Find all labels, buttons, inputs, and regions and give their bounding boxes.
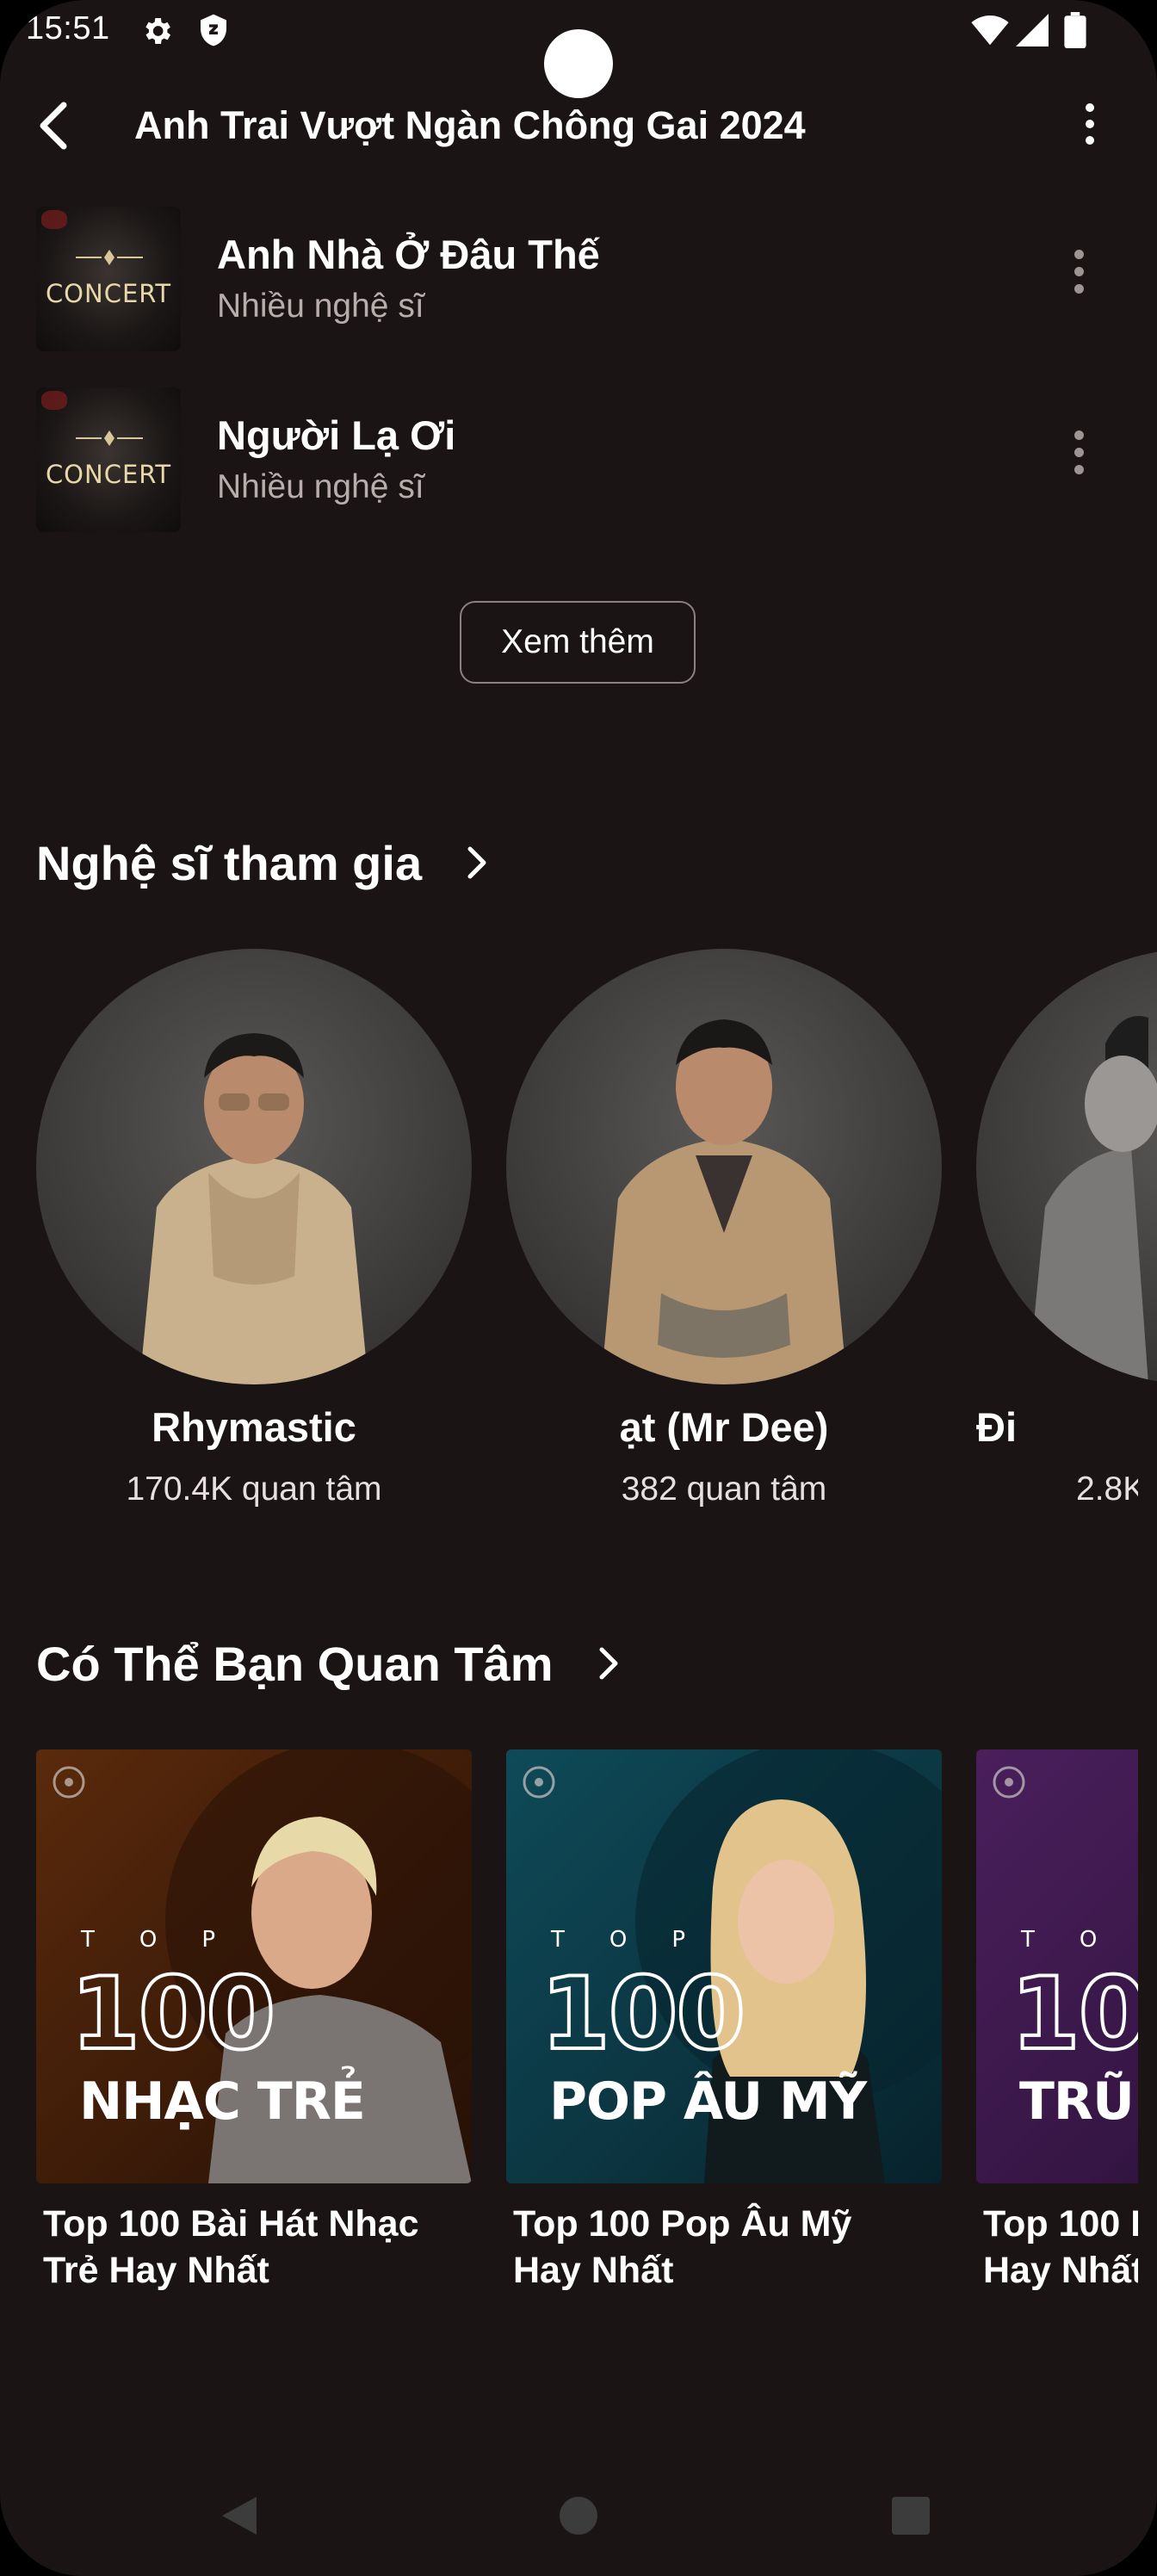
artist-photo	[1028, 1016, 1157, 1384]
cover-number: 100	[539, 1954, 747, 2074]
playlist-cover: TOP 100 POP ÂU MỸ	[506, 1749, 942, 2183]
artist-avatar	[976, 949, 1157, 1384]
cover-logo-graphic	[76, 430, 143, 446]
artist-avatar	[36, 949, 472, 1384]
suggestions-section-title: Có Thể Bạn Quan Tâm	[36, 1636, 554, 1691]
playlist-title-line: Top 100 I	[983, 2203, 1138, 2245]
cover-number: 100	[69, 1954, 277, 2074]
artist-card[interactable]: Rhymastic 170.4K quan tâm	[36, 949, 472, 1517]
playlist-title-line: Top 100 Pop Âu Mỹ	[513, 2203, 852, 2245]
chevron-right-icon	[599, 1647, 617, 1680]
more-options-button[interactable]	[1067, 98, 1112, 155]
artist-name: Đi	[976, 1404, 1017, 1450]
cover-top-label: TOP	[81, 1927, 261, 1953]
wifi-icon	[971, 15, 1009, 46]
artist-name: ạt (Mr Dee)	[619, 1404, 829, 1450]
artist-followers: 382 quan tâm	[621, 1471, 827, 1508]
cover-logo-graphic	[76, 250, 143, 265]
nav-back-icon[interactable]	[219, 2493, 260, 2538]
disc-icon	[523, 1766, 555, 1799]
back-button[interactable]	[26, 95, 86, 157]
cover-label: CONCERT	[45, 279, 172, 308]
song-cover: CONCERT	[36, 387, 181, 532]
playlist-title: Top 100 Bài Hát Nhạc Trẻ Hay Nhất	[43, 2201, 473, 2294]
playlist-card[interactable]: TO 10 TRŨ Top 100 I Hay Nhất	[976, 1749, 1138, 2300]
song-row[interactable]: CONCERT Người Lạ Ơi Nhiều nghệ sĩ	[36, 387, 1121, 534]
cover-genre: NHẠC TRẺ	[79, 2071, 366, 2132]
cover-top-label: TOP	[551, 1927, 731, 1953]
signal-icon	[1016, 14, 1049, 46]
playlist-title: Top 100 I Hay Nhất	[983, 2201, 1138, 2294]
disc-icon	[53, 1766, 85, 1799]
playlist-title-line: Hay Nhất	[513, 2250, 674, 2291]
more-vert-icon	[1074, 250, 1084, 294]
artist-photo	[139, 1033, 368, 1384]
more-vert-icon	[1086, 103, 1094, 145]
cover-number: 10	[1009, 1954, 1138, 2074]
artist-followers: 170.4K quan tâm	[126, 1471, 382, 1508]
playlist-title-line: Top 100 Bài Hát Nhạc	[43, 2203, 419, 2245]
artist-card[interactable]: ạt (Mr Dee) 382 quan tâm	[506, 949, 942, 1517]
artist-card[interactable]: Đi 2.8K	[976, 949, 1157, 1517]
gear-icon	[145, 18, 170, 44]
artist-avatar	[506, 949, 942, 1384]
song-artist: Nhiều nghệ sĩ	[217, 468, 424, 505]
song-title: Người Lạ Ơi	[217, 412, 456, 458]
battery-icon	[1064, 12, 1086, 48]
back-arrow-icon	[40, 102, 67, 150]
more-vert-icon	[1074, 430, 1084, 474]
playlist-card[interactable]: TOP 100 POP ÂU MỸ Top 100 Pop Âu Mỹ Hay …	[506, 1749, 942, 2300]
top-bar: Anh Trai Vượt Ngàn Chông Gai 2024	[0, 83, 1157, 172]
nav-recents-icon[interactable]	[892, 2497, 930, 2535]
song-cover: CONCERT	[36, 207, 181, 351]
playlist-card[interactable]: TOP 100 NHẠC TRẺ Top 100 Bài Hát Nhạc Tr…	[36, 1749, 472, 2300]
system-nav-bar	[0, 2462, 1157, 2566]
song-more-button[interactable]	[1057, 245, 1100, 307]
artists-section-title: Nghệ sĩ tham gia	[36, 835, 423, 890]
cover-genre: POP ÂU MỸ	[549, 2071, 867, 2132]
screen: 15:51 Anh Trai Vượt Ngàn Chông Gai 2024	[0, 0, 1157, 2576]
see-more-button[interactable]: Xem thêm	[460, 601, 696, 684]
status-bar: 15:51	[0, 0, 1157, 98]
cover-label: CONCERT	[45, 460, 172, 489]
artist-followers: 2.8K	[1076, 1471, 1138, 1508]
disc-icon	[993, 1766, 1025, 1799]
playlist-title-line: Hay Nhất	[983, 2250, 1138, 2291]
suggestions-section-header[interactable]: Có Thể Bạn Quan Tâm	[36, 1631, 626, 1696]
cover-top-label: TO	[1021, 1927, 1138, 1953]
artist-name: Rhymastic	[152, 1404, 356, 1450]
nav-home-icon[interactable]	[560, 2497, 597, 2535]
status-time: 15:51	[26, 10, 110, 46]
cover-genre: TRŨ	[1019, 2071, 1135, 2132]
song-row[interactable]: CONCERT Anh Nhà Ở Đâu Thế Nhiều nghệ sĩ	[36, 207, 1121, 353]
playlist-cover: TO 10 TRŨ	[976, 1749, 1138, 2183]
chevron-right-icon	[467, 846, 486, 879]
playlist-title: Top 100 Pop Âu Mỹ Hay Nhất	[513, 2201, 944, 2294]
playlist-cover: TOP 100 NHẠC TRẺ	[36, 1749, 472, 2183]
artists-section-header[interactable]: Nghệ sĩ tham gia	[36, 830, 494, 895]
playlist-title-line: Trẻ Hay Nhất	[43, 2250, 269, 2291]
artist-photo	[601, 1019, 847, 1384]
song-title: Anh Nhà Ở Đâu Thế	[217, 232, 600, 277]
page-title: Anh Trai Vượt Ngàn Chông Gai 2024	[134, 103, 806, 147]
shield-icon	[201, 14, 226, 46]
song-artist: Nhiều nghệ sĩ	[217, 288, 424, 325]
song-more-button[interactable]	[1057, 425, 1100, 487]
